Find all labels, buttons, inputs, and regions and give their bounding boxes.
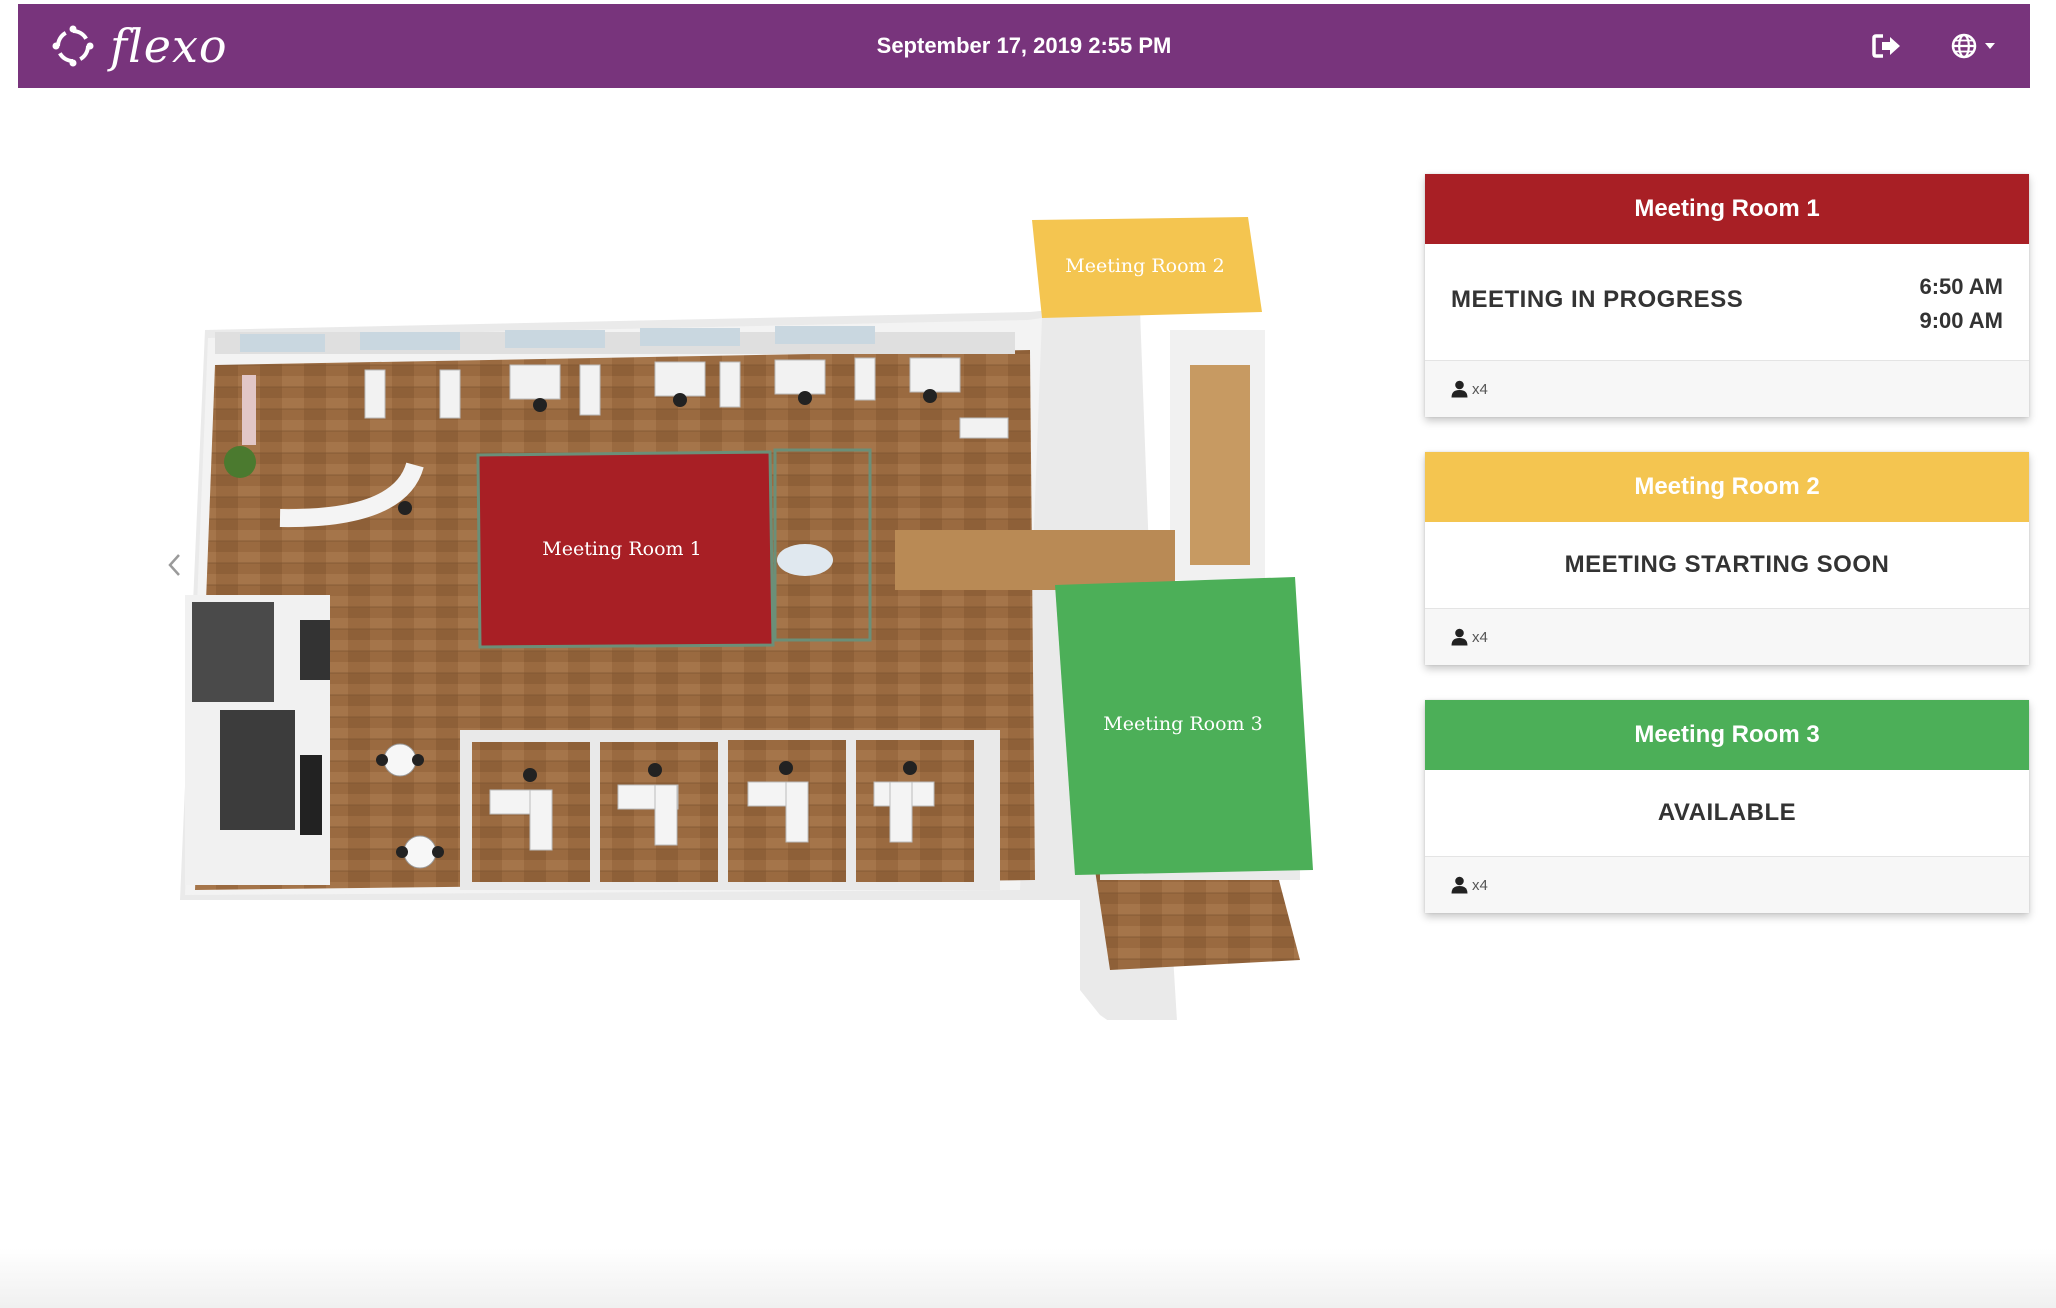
floor-plan: Meeting Room 1 Meeting Room 2 Meeting Ro… bbox=[150, 200, 1380, 1070]
brand-logo[interactable]: flexo bbox=[48, 18, 228, 74]
room-card-3-body: AVAILABLE bbox=[1425, 770, 2029, 857]
floorplan-room-3-label: Meeting Room 3 bbox=[1103, 713, 1262, 735]
chevron-down-icon bbox=[1985, 43, 1995, 49]
top-navbar: flexo September 17, 2019 2:55 PM bbox=[18, 4, 2030, 88]
floorplan-room-2-label: Meeting Room 2 bbox=[1065, 255, 1224, 277]
meeting-start-time: 6:50 AM bbox=[1919, 274, 2003, 299]
meeting-end-time: 9:00 AM bbox=[1919, 308, 2003, 333]
room-card-1-times: 6:50 AM 9:00 AM bbox=[1919, 270, 2003, 338]
meeting-nook bbox=[773, 448, 872, 642]
page-bottom-edge bbox=[0, 1248, 2056, 1308]
room-card-2-footer: x4 bbox=[1425, 609, 2029, 665]
room-card-1[interactable]: Meeting Room 1 MEETING IN PROGRESS 6:50 … bbox=[1425, 174, 2029, 417]
room-card-3-title: Meeting Room 3 bbox=[1425, 700, 2029, 770]
room-card-1-footer: x4 bbox=[1425, 361, 2029, 417]
globe-icon bbox=[1951, 33, 1977, 59]
service-rooms bbox=[185, 595, 330, 885]
room-card-3[interactable]: Meeting Room 3 AVAILABLE x4 bbox=[1425, 700, 2029, 913]
floorplan-room-1-label: Meeting Room 1 bbox=[542, 538, 701, 560]
language-dropdown[interactable] bbox=[1938, 26, 2008, 66]
flexo-logo-icon bbox=[52, 25, 94, 67]
lower-offices bbox=[460, 730, 1000, 890]
brand-name: flexo bbox=[110, 19, 228, 73]
floorplan-room-3[interactable]: Meeting Room 3 bbox=[1055, 577, 1313, 875]
room-card-3-status: AVAILABLE bbox=[1657, 799, 1797, 826]
room-card-2-capacity: x4 bbox=[1472, 628, 1488, 646]
room-card-2-title: Meeting Room 2 bbox=[1425, 452, 2029, 522]
room-card-1-body: MEETING IN PROGRESS 6:50 AM 9:00 AM bbox=[1425, 244, 2029, 361]
floorplan-room-2[interactable]: Meeting Room 2 bbox=[1032, 217, 1262, 318]
logout-icon bbox=[1872, 34, 1900, 58]
room-card-3-capacity: x4 bbox=[1472, 876, 1488, 894]
logout-button[interactable] bbox=[1866, 26, 1908, 66]
user-icon bbox=[1451, 628, 1468, 646]
room-card-1-status: MEETING IN PROGRESS bbox=[1451, 286, 1744, 313]
room-card-1-capacity: x4 bbox=[1472, 380, 1488, 398]
user-icon bbox=[1451, 380, 1468, 398]
room-card-1-title: Meeting Room 1 bbox=[1425, 174, 2029, 244]
room-card-2-status: MEETING STARTING SOON bbox=[1564, 551, 1890, 578]
room-card-3-footer: x4 bbox=[1425, 857, 2029, 913]
current-datetime: September 17, 2019 2:55 PM bbox=[876, 33, 1172, 58]
room-card-2[interactable]: Meeting Room 2 MEETING STARTING SOON x4 bbox=[1425, 452, 2029, 665]
floorplan-room-1[interactable]: Meeting Room 1 bbox=[476, 450, 775, 649]
room-card-2-body: MEETING STARTING SOON bbox=[1425, 522, 2029, 609]
user-icon bbox=[1451, 876, 1468, 894]
